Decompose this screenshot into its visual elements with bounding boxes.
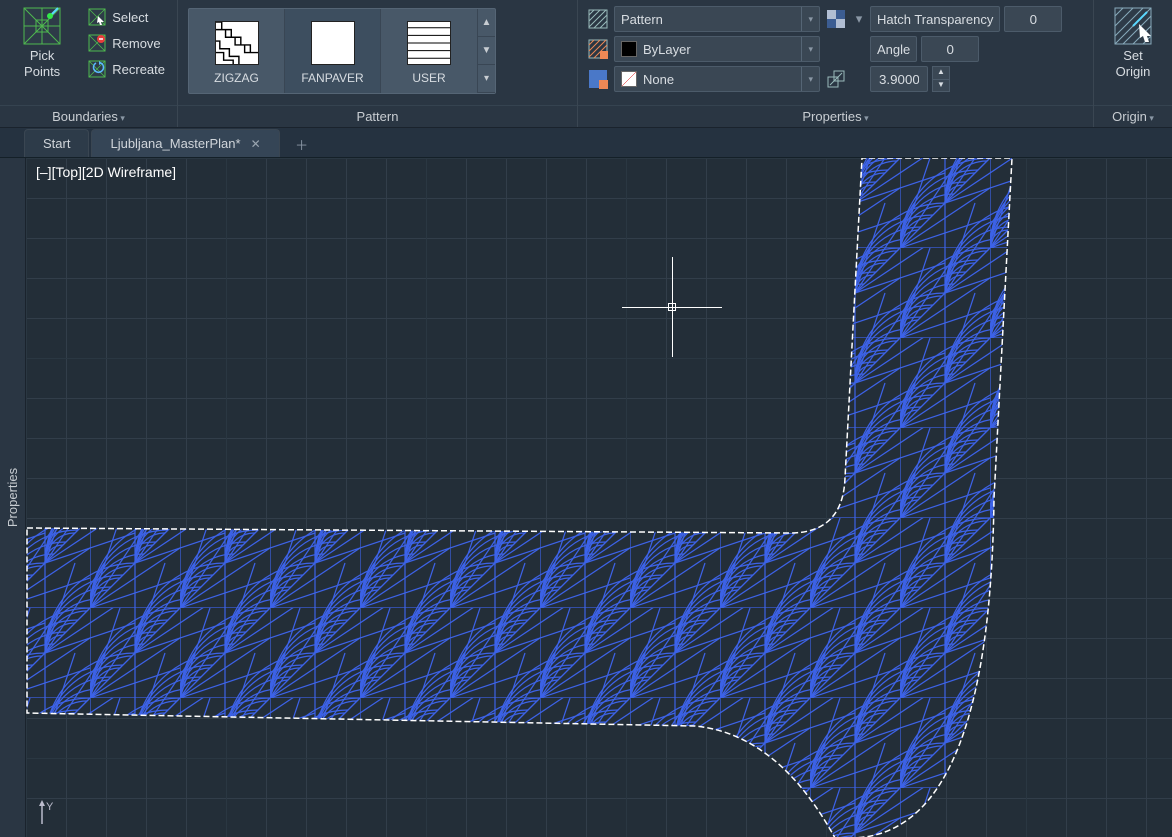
scale-spin-down[interactable]: ▼: [932, 80, 950, 93]
hatch-bg-value: None: [643, 72, 674, 87]
pattern-zigzag[interactable]: ZIGZAG: [189, 9, 285, 93]
remove-icon: [88, 34, 106, 52]
tab-bar: Start Ljubljana_MasterPlan* ✕ ＋: [0, 128, 1172, 158]
remove-button[interactable]: Remove: [82, 30, 171, 56]
properties-palette-tab[interactable]: Properties: [0, 158, 26, 837]
scale-spin-up[interactable]: ▲: [932, 66, 950, 80]
pattern-label: ZIGZAG: [214, 71, 259, 85]
hatch-color-icon[interactable]: [586, 37, 610, 61]
panel-boundaries: Pick Points Select Remove Recreate Bound…: [0, 0, 178, 127]
gallery-scroll: ▲ ▼ ▾: [477, 9, 495, 93]
set-origin-label-l1: Set: [1123, 48, 1143, 64]
none-swatch-icon: [621, 71, 637, 87]
pattern-user[interactable]: USER: [381, 9, 477, 93]
angle-icon: [824, 37, 848, 61]
scale-input[interactable]: [870, 66, 928, 92]
angle-input[interactable]: [921, 36, 979, 62]
pick-points-button[interactable]: Pick Points: [6, 4, 78, 81]
panel-pattern-title: Pattern: [178, 105, 577, 127]
viewport-controls[interactable]: [–][Top][2D Wireframe]: [36, 164, 176, 180]
hatch-color-select[interactable]: ByLayer: [614, 36, 820, 62]
properties-palette-label: Properties: [5, 468, 20, 527]
color-swatch-icon: [621, 41, 637, 57]
pick-points-label: Pick Points: [12, 48, 72, 79]
ucs-icon[interactable]: Y: [36, 800, 66, 833]
zigzag-swatch-icon: [215, 21, 259, 65]
panel-properties: Pattern ▾ Hatch Transparency ByLayer Ang…: [578, 0, 1094, 127]
tab-new-button[interactable]: ＋: [288, 131, 316, 157]
transparency-icon[interactable]: [824, 7, 848, 31]
angle-label: Angle: [870, 36, 917, 62]
pick-points-icon: [22, 6, 62, 46]
recreate-button[interactable]: Recreate: [82, 56, 171, 82]
gallery-expand[interactable]: ▾: [478, 65, 495, 93]
svg-text:Y: Y: [46, 801, 54, 813]
user-swatch-icon: [407, 21, 451, 65]
hatch-color-value: ByLayer: [643, 42, 691, 57]
select-button[interactable]: Select: [82, 4, 171, 30]
transparency-input[interactable]: [1004, 6, 1062, 32]
hatch-type-value: Pattern: [621, 12, 663, 27]
hatch-type-icon[interactable]: [586, 7, 610, 31]
fanpaver-swatch-icon: [311, 21, 355, 65]
tab-close-icon[interactable]: ✕: [251, 137, 261, 151]
tab-file[interactable]: Ljubljana_MasterPlan* ✕: [91, 129, 279, 157]
hatch-bg-icon[interactable]: [586, 67, 610, 91]
hatch-bg-select[interactable]: None: [614, 66, 820, 92]
hatch-type-select[interactable]: Pattern: [614, 6, 820, 32]
gallery-scroll-up[interactable]: ▲: [478, 9, 495, 37]
transparency-dropdown[interactable]: ▾: [852, 11, 866, 27]
pattern-label: FANPAVER: [301, 71, 363, 85]
select-label: Select: [112, 10, 148, 25]
transparency-label: Hatch Transparency: [870, 6, 1000, 32]
set-origin-icon: [1113, 6, 1153, 46]
panel-pattern: ZIGZAG FANPAVER USER ▲ ▼ ▾ Pattern: [178, 0, 578, 127]
set-origin-button[interactable]: Set Origin: [1107, 4, 1159, 81]
ribbon: Pick Points Select Remove Recreate Bound…: [0, 0, 1172, 128]
select-icon: [88, 8, 106, 26]
panel-origin-title[interactable]: Origin: [1094, 105, 1172, 127]
pattern-gallery: ZIGZAG FANPAVER USER ▲ ▼ ▾: [188, 8, 496, 94]
hatched-region[interactable]: [0, 158, 1172, 837]
remove-label: Remove: [112, 36, 160, 51]
gallery-scroll-down[interactable]: ▼: [478, 37, 495, 65]
pattern-label: USER: [412, 71, 445, 85]
recreate-label: Recreate: [112, 62, 165, 77]
tab-start-label: Start: [43, 136, 70, 151]
tab-start[interactable]: Start: [24, 129, 89, 157]
scale-icon[interactable]: [824, 67, 848, 91]
drawing-area[interactable]: Properties [–][Top][2D Wireframe]: [0, 158, 1172, 837]
tab-file-label: Ljubljana_MasterPlan*: [110, 136, 240, 151]
panel-properties-title[interactable]: Properties: [578, 105, 1093, 127]
set-origin-label-l2: Origin: [1116, 64, 1151, 80]
panel-boundaries-title[interactable]: Boundaries: [0, 105, 177, 127]
panel-origin: Set Origin Origin: [1094, 0, 1172, 127]
recreate-icon: [88, 60, 106, 78]
pattern-fanpaver[interactable]: FANPAVER: [285, 9, 381, 93]
